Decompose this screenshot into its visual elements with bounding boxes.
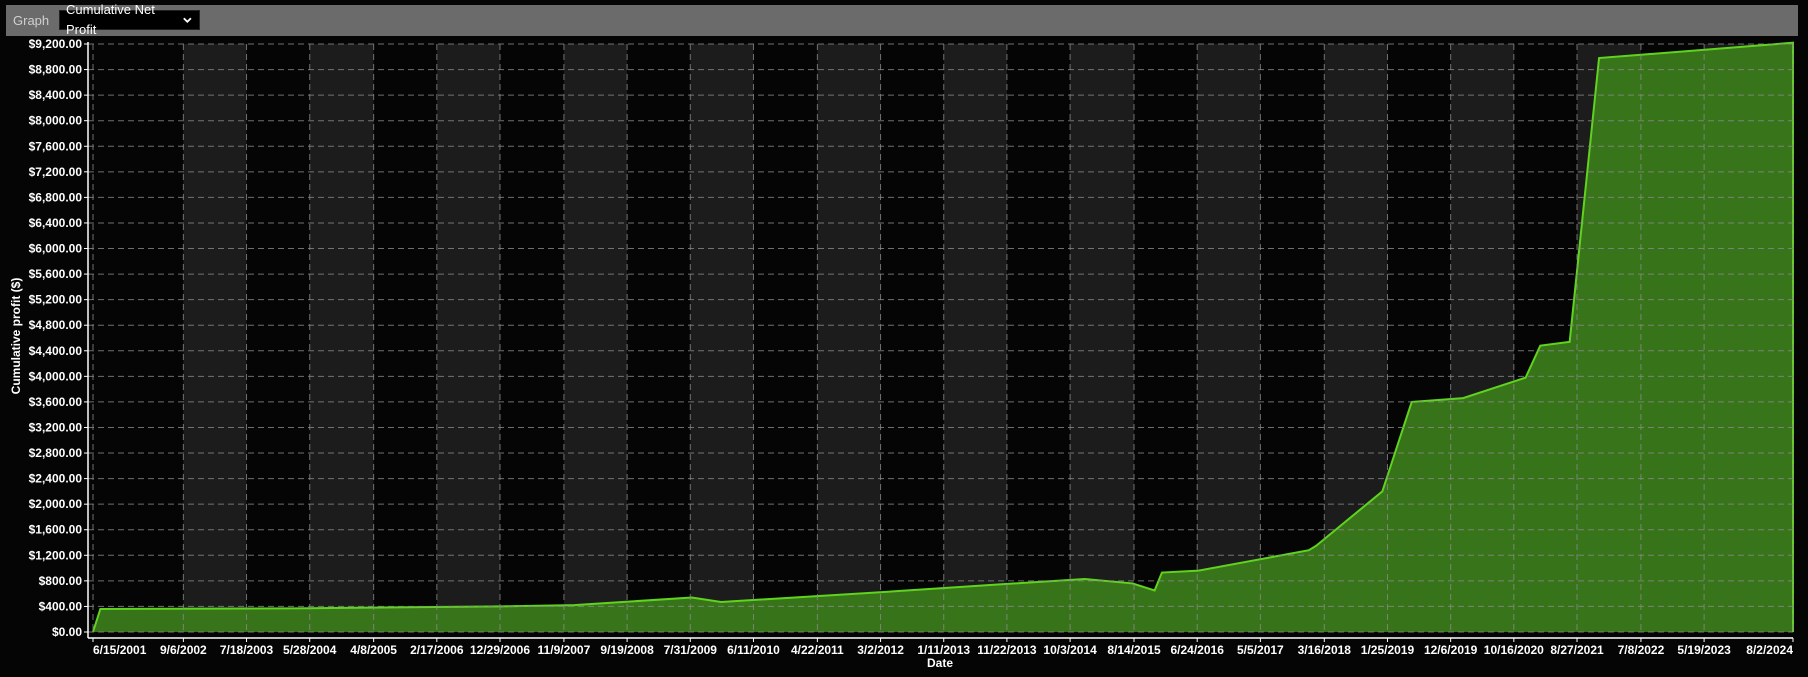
y-tick-label: $4,000.00 <box>29 369 83 383</box>
y-tick-label: $8,400.00 <box>29 88 83 102</box>
x-tick-label: 10/3/2014 <box>1043 643 1097 657</box>
y-tick-label: $8,000.00 <box>29 114 83 128</box>
x-tick-label: 9/6/2002 <box>160 643 207 657</box>
y-tick-label: $2,400.00 <box>29 472 83 486</box>
x-tick-label: 8/2/2024 <box>1746 643 1793 657</box>
cumulative-profit-chart: $0.00 $400.00 $800.00 $1,200.00 $1,600.00 $2,… <box>9 37 1794 670</box>
y-axis-title: Cumulative profit ($) <box>9 278 23 395</box>
x-tick-label: 6/24/2016 <box>1170 643 1224 657</box>
x-tick-label: 3/2/2012 <box>857 643 904 657</box>
y-tick-label: $5,600.00 <box>29 267 83 281</box>
x-tick-label: 5/5/2017 <box>1237 643 1284 657</box>
background-band <box>1197 44 1261 632</box>
x-axis-ticks: 6/15/2001 9/6/2002 7/18/2003 5/28/2004 4/8/2… <box>92 638 1794 657</box>
y-tick-label: $6,800.00 <box>29 190 83 204</box>
y-tick-label: $6,400.00 <box>29 216 83 230</box>
y-tick-label: $5,200.00 <box>29 293 83 307</box>
x-tick-label: 12/29/2006 <box>470 643 530 657</box>
x-tick-label: 10/16/2020 <box>1484 643 1544 657</box>
background-band <box>690 44 754 632</box>
y-tick-label: $9,200.00 <box>29 37 83 51</box>
y-tick-label: $7,600.00 <box>29 139 83 153</box>
x-tick-label: 6/15/2001 <box>93 643 147 657</box>
x-tick-label: 8/27/2021 <box>1550 643 1604 657</box>
x-tick-label: 4/22/2011 <box>791 643 844 657</box>
y-tick-label: $4,800.00 <box>29 318 83 332</box>
background-band <box>183 44 247 632</box>
x-tick-label: 5/19/2023 <box>1677 643 1731 657</box>
x-tick-label: 7/31/2009 <box>664 643 718 657</box>
background-band <box>943 44 1007 632</box>
background-band <box>1070 44 1135 632</box>
x-tick-label: 5/28/2004 <box>283 643 337 657</box>
x-tick-label: 7/18/2003 <box>220 643 274 657</box>
y-tick-label: $1,200.00 <box>29 548 83 562</box>
background-band <box>309 44 374 632</box>
x-axis-title: Date <box>927 656 953 670</box>
y-tick-label: $2,800.00 <box>29 446 83 460</box>
y-tick-label: $2,000.00 <box>29 497 83 511</box>
background-band <box>817 44 881 632</box>
x-tick-label: 2/17/2006 <box>410 643 464 657</box>
y-axis-ticks: $0.00 $400.00 $800.00 $1,200.00 $1,600.00 $2,… <box>29 37 88 639</box>
y-tick-label: $1,600.00 <box>29 523 83 537</box>
y-tick-label: $8,800.00 <box>29 63 83 77</box>
x-tick-label: 1/11/2013 <box>917 643 970 657</box>
y-tick-label: $400.00 <box>39 599 83 613</box>
y-tick-label: $800.00 <box>39 574 83 588</box>
x-tick-label: 11/22/2013 <box>977 643 1037 657</box>
y-tick-label: $4,400.00 <box>29 344 83 358</box>
x-tick-label: 6/11/2010 <box>727 643 780 657</box>
background-band <box>563 44 628 632</box>
y-tick-label: $0.00 <box>52 625 82 639</box>
x-tick-label: 8/14/2015 <box>1107 643 1161 657</box>
x-tick-label: 7/8/2022 <box>1618 643 1665 657</box>
x-tick-label: 12/6/2019 <box>1424 643 1478 657</box>
background-band <box>436 44 501 632</box>
y-tick-label: $3,200.00 <box>29 420 83 434</box>
x-tick-label: 4/8/2005 <box>350 643 397 657</box>
x-tick-label: 3/16/2018 <box>1298 643 1352 657</box>
x-tick-label: 1/25/2019 <box>1361 643 1415 657</box>
x-tick-label: 9/19/2008 <box>600 643 654 657</box>
y-tick-label: $7,200.00 <box>29 165 83 179</box>
y-tick-label: $3,600.00 <box>29 395 83 409</box>
y-tick-label: $6,000.00 <box>29 242 83 256</box>
x-tick-label: 11/9/2007 <box>538 643 591 657</box>
